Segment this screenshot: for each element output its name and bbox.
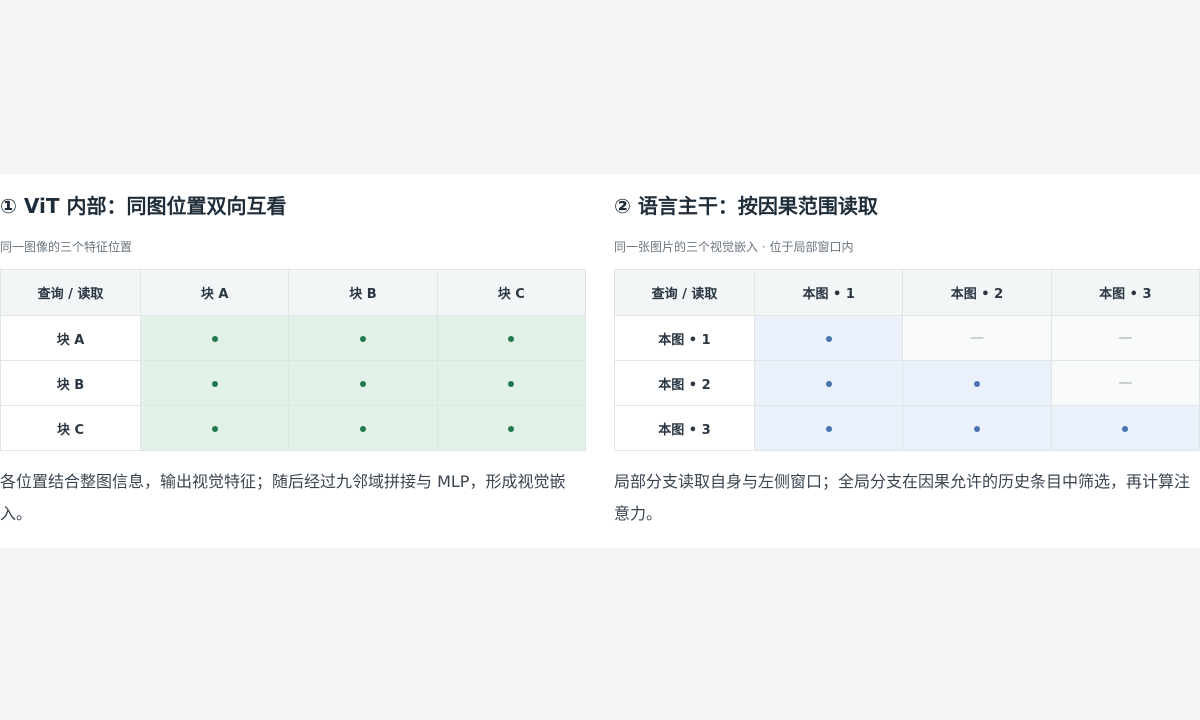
attention-cell: [288, 360, 438, 406]
attend-dot: [825, 380, 832, 387]
attention-cell: [436, 405, 587, 451]
masked-cell: —: [1050, 360, 1200, 406]
row-header: 块 B: [0, 360, 141, 406]
attend-dot: [359, 335, 366, 342]
corner-header: 查询 / 读取: [0, 269, 141, 316]
attention-cell: [436, 360, 587, 406]
attention-cell: [753, 315, 904, 361]
attend-dot: [359, 425, 366, 432]
table-row: 块 C: [0, 405, 587, 451]
attention-cell: [902, 405, 1052, 451]
attend-dot: [825, 335, 832, 342]
table-header-row: 查询 / 读取 块 A 块 B 块 C: [0, 269, 587, 316]
vit-attention-table: 查询 / 读取 块 A 块 B 块 C 块 A 块 B 块 C: [0, 269, 587, 451]
table-header-row: 查询 / 读取 本图 • 1 本图 • 2 本图 • 3: [614, 269, 1200, 316]
corner-header: 查询 / 读取: [614, 269, 755, 316]
language-panel-description: 局部分支读取自身与左侧窗口；全局分支在因果允许的历史条目中筛选，再计算注意力。: [614, 472, 1191, 523]
attention-cell: [1050, 405, 1200, 451]
table-row: 本图 • 3: [614, 405, 1200, 451]
row-header: 本图 • 1: [614, 315, 755, 361]
table-row: 本图 • 1 — —: [614, 315, 1200, 361]
attend-dot: [973, 380, 980, 387]
masked-dash: —: [969, 330, 984, 346]
attend-dot: [211, 335, 218, 342]
column-header: 本图 • 1: [753, 269, 904, 316]
attend-dot: [211, 425, 218, 432]
causal-attention-table: 查询 / 读取 本图 • 1 本图 • 2 本图 • 3 本图 • 1 — — …: [614, 269, 1200, 451]
attention-cell: [288, 315, 438, 361]
attention-cell: [139, 315, 290, 361]
column-header: 块 B: [288, 269, 438, 316]
masked-dash: —: [1118, 375, 1133, 391]
attention-cell: [902, 360, 1052, 406]
attend-dot: [1122, 425, 1129, 432]
vit-panel-title: ① ViT 内部：同图位置双向互看: [0, 194, 287, 218]
attend-dot: [359, 380, 366, 387]
masked-cell: —: [902, 315, 1052, 361]
column-header: 块 C: [436, 269, 587, 316]
table-row: 本图 • 2 —: [614, 360, 1200, 406]
attend-dot: [211, 380, 218, 387]
vit-panel-description: 各位置结合整图信息，输出视觉特征；随后经过九邻域拼接与 MLP，形成视觉嵌入。: [0, 472, 566, 523]
attend-dot: [973, 425, 980, 432]
row-header: 块 A: [0, 315, 141, 361]
masked-dash: —: [1118, 330, 1133, 346]
vit-panel-subtitle: 同一图像的三个特征位置: [0, 240, 133, 254]
table-row: 块 A: [0, 315, 587, 361]
column-header: 本图 • 3: [1050, 269, 1200, 316]
attention-cell: [139, 405, 290, 451]
attention-cell: [753, 405, 904, 451]
masked-cell: —: [1050, 315, 1200, 361]
diagram-canvas: ① ViT 内部：同图位置双向互看 同一图像的三个特征位置 查询 / 读取 块 …: [0, 174, 1200, 548]
attend-dot: [508, 425, 515, 432]
row-header: 本图 • 3: [614, 405, 755, 451]
column-header: 块 A: [139, 269, 290, 316]
attend-dot: [825, 425, 832, 432]
row-header: 本图 • 2: [614, 360, 755, 406]
attention-cell: [436, 315, 587, 361]
language-panel-title: ② 语言主干：按因果范围读取: [614, 194, 878, 218]
column-header: 本图 • 2: [902, 269, 1052, 316]
attend-dot: [508, 380, 515, 387]
table-row: 块 B: [0, 360, 587, 406]
row-header: 块 C: [0, 405, 141, 451]
language-panel-subtitle: 同一张图片的三个视觉嵌入 · 位于局部窗口内: [614, 240, 854, 254]
attention-cell: [753, 360, 904, 406]
attention-cell: [288, 405, 438, 451]
attention-cell: [139, 360, 290, 406]
attend-dot: [508, 335, 515, 342]
